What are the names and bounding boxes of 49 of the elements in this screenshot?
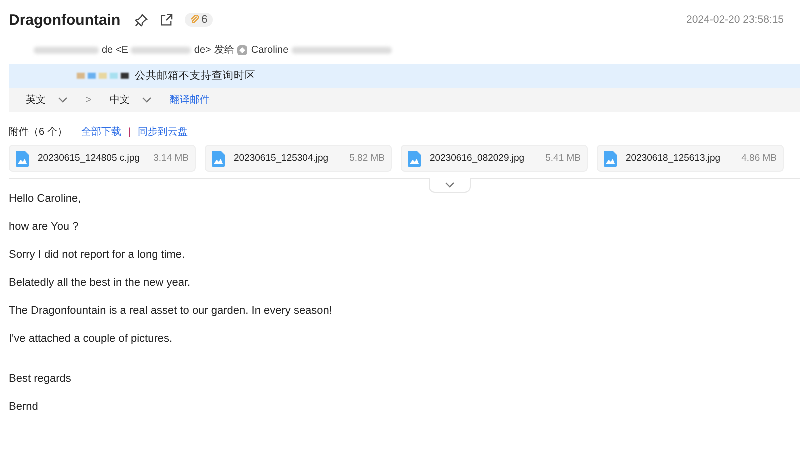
attachment-name: 20230615_125304.jpg (234, 153, 329, 164)
attachment-item[interactable]: 20230616_082029.jpg 5.41 MB (401, 145, 588, 172)
image-file-icon (16, 150, 29, 166)
attachment-item[interactable]: 20230615_124805 c.jpg 3.14 MB (9, 145, 196, 172)
sender-address: de> (194, 44, 212, 56)
email-date: 2024-02-20 23:58:15 (686, 14, 784, 26)
attachment-name: 20230615_124805 c.jpg (38, 153, 140, 164)
source-language-select[interactable]: 英文 (26, 93, 46, 107)
image-file-icon (408, 150, 421, 166)
attachments-title: 附件（6 个） (9, 126, 68, 139)
attachment-name: 20230616_082029.jpg (430, 153, 525, 164)
download-all-link[interactable]: 全部下载 (81, 125, 122, 139)
contact-icon (237, 44, 248, 56)
attachment-count-badge: 6 (184, 13, 213, 27)
attachment-name: 20230618_125613.jpg (626, 153, 721, 164)
attachment-item[interactable]: 20230618_125613.jpg 4.86 MB (597, 145, 784, 172)
closing-line: Best regards (9, 372, 72, 387)
redacted-text (131, 46, 192, 54)
image-file-icon (604, 150, 617, 166)
redacted-text (77, 73, 129, 79)
attachment-size: 4.86 MB (740, 153, 777, 164)
external-link-icon[interactable] (160, 14, 173, 26)
timezone-notice: 公共邮箱不支持查询时区 (135, 69, 256, 83)
sender-address: de <E (102, 44, 128, 56)
body-line: Sorry I did not report for a long time. (9, 248, 186, 263)
chevron-down-icon (58, 97, 68, 103)
translate-link[interactable]: 翻译邮件 (170, 93, 210, 107)
body-line: how are You ? (9, 220, 80, 235)
target-language-select[interactable]: 中文 (110, 93, 130, 107)
recipient-name[interactable]: Caroline (251, 44, 289, 56)
attachment-size: 5.82 MB (348, 153, 385, 164)
body-line: Belatedly all the best in the new year. (9, 276, 192, 291)
body-line: I've attached a couple of pictures. (9, 332, 174, 347)
sent-to-label: 发给 (214, 44, 234, 57)
arrow-separator: > (86, 94, 92, 106)
chevron-down-icon (445, 182, 455, 188)
pin-icon[interactable] (134, 14, 148, 26)
link-separator: | (128, 126, 131, 138)
redacted-text (34, 46, 99, 54)
image-file-icon (212, 150, 225, 166)
email-subject: Dragonfountain (9, 12, 121, 28)
body-line: The Dragonfountain is a real asset to our garden. In every season! (9, 304, 334, 319)
chevron-down-icon (142, 97, 152, 103)
save-to-cloud-link[interactable]: 同步到云盘 (138, 125, 188, 139)
attachment-item[interactable]: 20230615_125304.jpg 5.82 MB (205, 145, 392, 172)
body-line: Hello Caroline, (9, 192, 82, 207)
closing-line: Bernd (9, 400, 40, 415)
attachment-size: 5.41 MB (544, 153, 581, 164)
attachment-size: 3.14 MB (152, 153, 189, 164)
